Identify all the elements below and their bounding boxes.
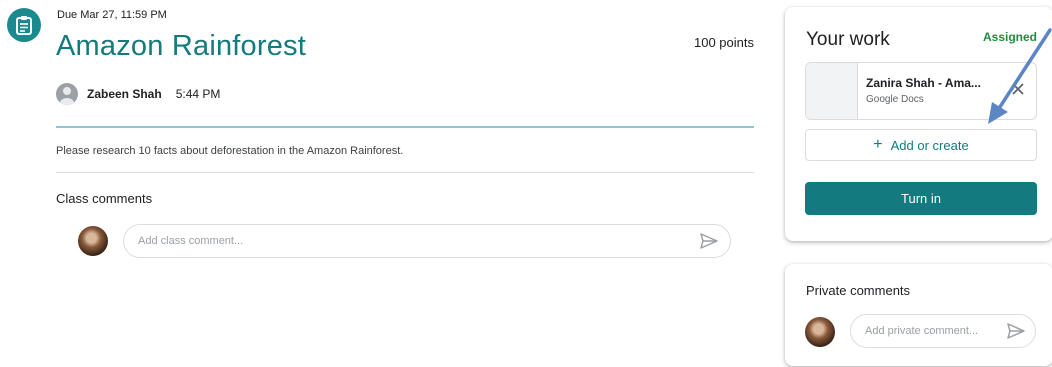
avatar [805,317,835,347]
attachment-type: Google Docs [866,94,924,105]
private-comment-input[interactable]: Add private comment... [850,314,1036,348]
content-divider [56,172,754,173]
add-or-create-label: Add or create [890,137,969,153]
turn-in-button[interactable]: Turn in [805,182,1037,215]
attachment-thumbnail[interactable] [806,63,858,119]
avatar [78,226,108,256]
annotation-arrow-icon [988,28,1052,124]
your-work-heading: Your work [806,29,890,50]
private-comment-placeholder: Add private comment... [865,325,979,337]
send-icon[interactable] [1007,323,1025,342]
send-icon[interactable] [700,233,718,252]
class-comment-input[interactable]: Add class comment... [123,224,731,258]
page-title: Amazon Rainforest [56,30,307,62]
author-row: Zabeen Shah 5:44 PM [56,83,220,105]
due-date: Due Mar 27, 11:59 PM [57,9,167,21]
add-or-create-button[interactable]: + Add or create [805,129,1037,161]
plus-icon: + [873,136,883,153]
author-name: Zabeen Shah [87,87,162,101]
posted-time: 5:44 PM [175,87,221,101]
class-comment-placeholder: Add class comment... [138,235,244,247]
attachment-name[interactable]: Zanira Shah - Ama... [866,76,981,90]
private-comments-card: Private comments Add private comment... [785,264,1052,366]
assignment-icon [7,8,41,42]
avatar [56,83,78,105]
class-comments-label: Class comments [56,191,153,206]
private-comments-label: Private comments [806,283,911,298]
instructions-text: Please research 10 facts about deforesta… [56,145,404,157]
header-divider [56,126,754,128]
points-label: 100 points [694,35,754,50]
